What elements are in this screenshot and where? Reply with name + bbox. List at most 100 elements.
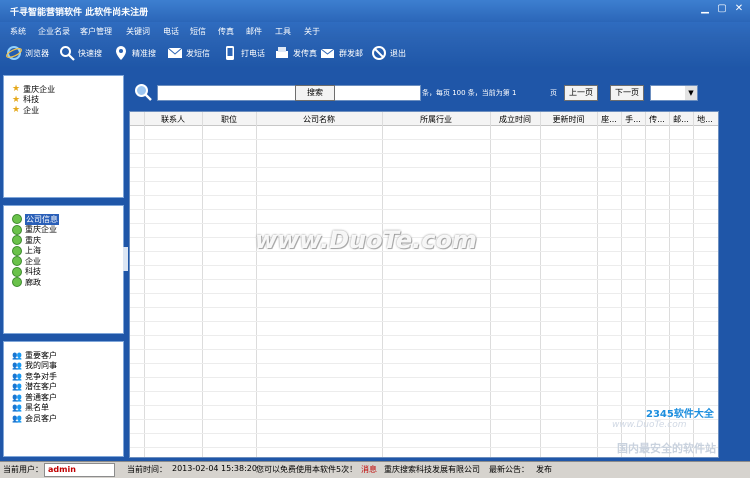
- user-group-icon: 👥: [12, 350, 22, 360]
- tree-item-label: 企业: [25, 256, 41, 266]
- menu-customer-management[interactable]: 客户管理: [80, 26, 112, 37]
- current-time-label: 当前时间：: [127, 465, 167, 474]
- col-contact[interactable]: 联系人: [144, 114, 202, 125]
- message-indicator[interactable]: 消息: [361, 464, 377, 475]
- col-company[interactable]: 公司名称: [256, 114, 382, 125]
- browser-button[interactable]: 浏览器: [6, 43, 49, 63]
- tree-item-label: 重庆企业: [25, 225, 57, 235]
- menu-about[interactable]: 关于: [304, 26, 320, 37]
- tree-item-label: 重庆企业: [23, 84, 56, 94]
- tree-item[interactable]: 廊政: [12, 277, 59, 288]
- tree-item[interactable]: 👥 竞争对手: [12, 371, 57, 382]
- tree-item-label: 黑名单: [24, 403, 49, 413]
- search-bar: 搜索 找到的：0 条，每页 100 条，当前为第 1 页 上一页 下一页 ▼: [130, 81, 750, 103]
- paging-info: 条，每页 100 条，当前为第 1: [422, 89, 517, 97]
- results-table: 联系人 职位 公司名称 所属行业 成立时间 更新时间 座... 手... 传..…: [129, 111, 719, 458]
- col-position[interactable]: 职位: [202, 114, 256, 125]
- search-icon: [59, 45, 75, 61]
- user-group-icon: 👥: [12, 382, 22, 392]
- tree-item[interactable]: 科技: [12, 266, 59, 278]
- tree-item-label: 普通客户: [24, 392, 57, 402]
- browser-label: 浏览器: [25, 48, 49, 58]
- next-page-button[interactable]: 下一页: [610, 85, 644, 101]
- tree-item[interactable]: 👥 普通客户: [12, 392, 57, 403]
- tree-item[interactable]: 👥 潜在客户: [12, 382, 57, 393]
- tree-item[interactable]: 上海: [12, 245, 59, 257]
- tree-item[interactable]: 公司信息: [12, 213, 59, 225]
- maximize-icon[interactable]: ▢: [715, 3, 729, 15]
- tree-item-label: 廊政: [25, 277, 41, 287]
- search-input[interactable]: [157, 85, 421, 101]
- mail-icon: [320, 45, 336, 61]
- map-pin-icon: [113, 45, 129, 61]
- tree-item[interactable]: 👥 黑名单: [12, 403, 57, 414]
- table-header: 联系人 职位 公司名称 所属行业 成立时间 更新时间 座... 手... 传..…: [130, 112, 718, 126]
- tree-item[interactable]: ★ 重庆企业: [12, 84, 55, 95]
- minimize-icon[interactable]: ▁: [698, 3, 712, 15]
- current-time: 2013-02-04 15:38:20: [172, 464, 257, 473]
- tree-item[interactable]: ★ 企业: [12, 105, 55, 116]
- tree-item[interactable]: ★ 科技: [12, 95, 55, 106]
- menu-fax[interactable]: 传真: [218, 26, 234, 37]
- watermark-url: www.DuoTe.com: [612, 420, 687, 430]
- exit-label: 退出: [390, 48, 406, 58]
- bulk-mail-button[interactable]: 群发邮: [320, 43, 363, 63]
- check-circle-icon: [12, 235, 22, 246]
- col-founded[interactable]: 成立时间: [490, 114, 540, 125]
- tree-item[interactable]: 重庆企业: [12, 224, 59, 236]
- trial-notice: 您可以免费使用本软件5次！: [256, 465, 358, 474]
- close-icon[interactable]: ✕: [732, 3, 746, 15]
- star-icon: ★: [12, 84, 21, 95]
- tree-item-label: 重庆: [25, 235, 41, 245]
- menu-tools[interactable]: 工具: [275, 26, 291, 37]
- send-sms-label: 发短信: [186, 48, 210, 58]
- quick-search-button[interactable]: 快速搜: [59, 43, 102, 63]
- panel-splitter[interactable]: [123, 247, 128, 271]
- tree-item-label: 科技: [23, 95, 40, 105]
- col-industry[interactable]: 所属行业: [382, 114, 490, 125]
- col-mobile[interactable]: 手...: [621, 114, 645, 125]
- col-email[interactable]: 邮...: [669, 114, 693, 125]
- menu-company-directory[interactable]: 企业名录: [38, 26, 70, 37]
- star-icon: ★: [12, 94, 21, 105]
- magnifier-icon: [134, 83, 152, 103]
- tree-item-label: 公司信息: [25, 213, 59, 225]
- tree-item[interactable]: 👥 重要客户: [12, 350, 57, 361]
- send-sms-button[interactable]: 发短信: [167, 43, 210, 63]
- menu-system[interactable]: 系统: [10, 26, 26, 37]
- col-fax[interactable]: 传...: [645, 114, 669, 125]
- menu-phone[interactable]: 电话: [163, 26, 179, 37]
- page-select[interactable]: ▼: [650, 85, 698, 101]
- quick-search-label: 快速搜: [78, 48, 102, 58]
- ie-icon: [6, 45, 22, 61]
- exit-button[interactable]: 退出: [371, 43, 406, 63]
- make-call-button[interactable]: 打电话: [222, 43, 265, 63]
- tree-item[interactable]: 重庆: [12, 235, 59, 246]
- tree-item-label: 企业: [23, 105, 40, 115]
- col-landline[interactable]: 座...: [597, 114, 621, 125]
- page-unit: 页: [550, 89, 557, 97]
- menu-keywords[interactable]: 关键词: [126, 26, 150, 37]
- customer-group-panel: 👥 重要客户 👥 我的同事 👥 竞争对手 👥 潜在客户 👥 普通客户 👥 黑名单…: [3, 341, 124, 457]
- bulk-mail-label: 群发邮: [339, 48, 363, 58]
- col-updated[interactable]: 更新时间: [540, 114, 597, 125]
- tree-item[interactable]: 企业: [12, 256, 59, 267]
- user-group-icon: 👥: [12, 392, 22, 402]
- tree-item-label: 我的同事: [24, 361, 57, 371]
- search-button[interactable]: 搜索: [295, 85, 335, 101]
- col-address[interactable]: 地...: [693, 114, 717, 125]
- make-call-label: 打电话: [241, 48, 265, 58]
- tree-item[interactable]: 👥 我的同事: [12, 361, 57, 372]
- company-name: 重庆搜索科技发展有限公司: [384, 465, 480, 474]
- watermark-slogan: 国内最安全的软件站: [617, 442, 716, 455]
- send-fax-button[interactable]: 发传真: [274, 43, 317, 63]
- chevron-down-icon: ▼: [685, 86, 697, 100]
- precise-search-button[interactable]: 精准搜: [113, 43, 156, 63]
- phone-icon: [222, 45, 238, 61]
- menu-mail[interactable]: 邮件: [246, 26, 262, 37]
- prev-page-button[interactable]: 上一页: [564, 85, 598, 101]
- tree-item[interactable]: 👥 会员客户: [12, 413, 57, 424]
- exit-icon: [371, 45, 387, 61]
- menu-sms[interactable]: 短信: [190, 26, 206, 37]
- notice-text[interactable]: 发布: [536, 464, 552, 475]
